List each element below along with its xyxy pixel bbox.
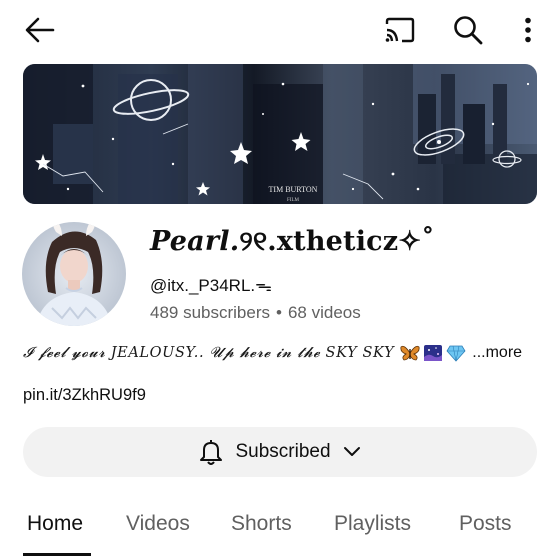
tab-videos[interactable]: Videos (126, 512, 190, 536)
bell-icon (200, 440, 223, 465)
channel-tabs: Home Videos Shorts Playlists Posts (0, 500, 560, 560)
chevron-down-icon (343, 447, 360, 456)
top-app-bar (0, 0, 560, 60)
channel-name-script: Pearl. (150, 226, 240, 257)
tab-posts[interactable]: Posts (459, 512, 512, 536)
tab-home[interactable]: Home (27, 512, 83, 536)
channel-name: Pearl.୨୧.xtheticz✧˚ (150, 226, 435, 258)
more-options-button[interactable] (512, 12, 544, 48)
banner-brand-text: TIM BURTON (269, 185, 318, 194)
channel-name-rest: ୨୧.xtheticz✧˚ (239, 226, 435, 257)
gem-icon (446, 345, 466, 362)
search-button[interactable] (448, 11, 488, 49)
description-more-link[interactable]: ...more (472, 344, 522, 362)
active-tab-indicator (23, 553, 91, 556)
channel-description[interactable]: 𝓘 𝓯𝓮𝓮𝓵 𝔂𝓸𝓾𝓻 JEALOUSY.. 𝓤𝓹 𝓱𝓮𝓻𝓮 𝓲𝓷 𝓽𝓱𝓮 SK… (23, 344, 522, 362)
channel-link[interactable]: pin.it/3ZkhRU9f9 (23, 386, 146, 405)
banner-brand-subtext: FILM (287, 198, 300, 203)
stats-separator: • (276, 303, 282, 322)
channel-handle: @itx._P34RL.ᯓ (150, 276, 272, 295)
search-icon (454, 16, 483, 45)
avatar-image (22, 222, 126, 326)
back-button[interactable] (20, 12, 60, 48)
video-count: 68 videos (287, 303, 361, 322)
subscribed-button[interactable]: Subscribed (23, 427, 537, 477)
butterfly-icon (400, 345, 420, 361)
more-vertical-icon (525, 17, 531, 43)
description-emojis (400, 344, 466, 362)
description-text: 𝓘 𝓯𝓮𝓮𝓵 𝔂𝓸𝓾𝓻 JEALOUSY.. 𝓤𝓹 𝓱𝓮𝓻𝓮 𝓲𝓷 𝓽𝓱𝓮 SK… (23, 345, 395, 361)
tab-shorts[interactable]: Shorts (231, 512, 292, 536)
subscribed-label: Subscribed (235, 441, 331, 462)
banner-image: TIM BURTON FILM (23, 64, 537, 204)
channel-avatar[interactable] (22, 222, 126, 326)
tab-playlists[interactable]: Playlists (334, 512, 411, 536)
subscriber-count: 489 subscribers (150, 303, 271, 322)
night-sky-icon (424, 345, 443, 361)
arrow-left-icon (25, 17, 55, 43)
cast-button[interactable] (380, 12, 420, 48)
cast-icon (385, 17, 415, 43)
channel-stats: 489 subscribers • 68 videos (150, 303, 361, 323)
channel-banner[interactable]: TIM BURTON FILM (23, 64, 537, 204)
